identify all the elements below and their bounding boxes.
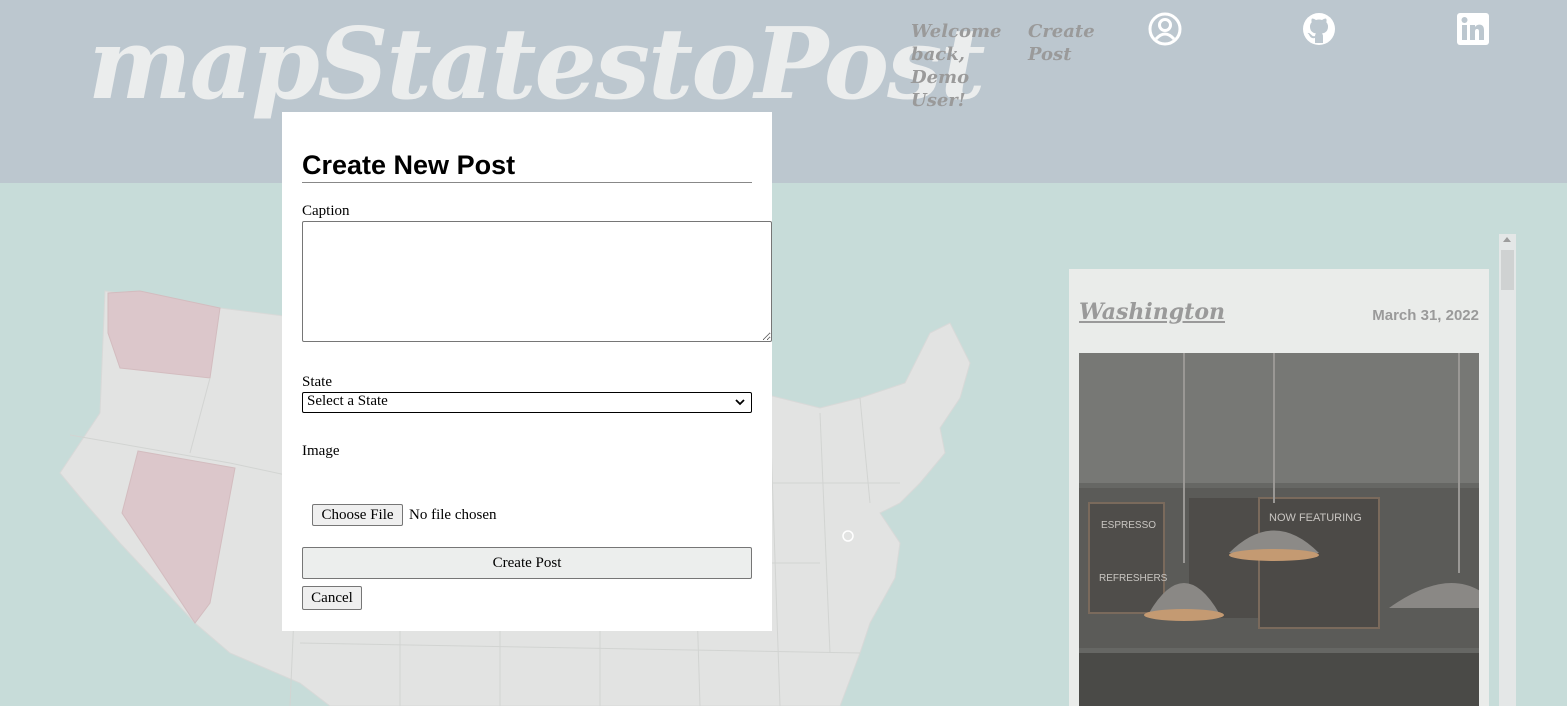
profile-icon[interactable]	[1148, 12, 1182, 46]
site-logo[interactable]: mapStatestoPost	[88, 0, 986, 130]
post-card: Washington March 31, 2022 ESPRESSO REFRE…	[1069, 269, 1489, 706]
post-image: ESPRESSO REFRESHERS NOW FEATURING	[1079, 353, 1479, 706]
caption-label: Caption	[302, 203, 350, 219]
welcome-message: Welcome back, Demo User!	[911, 21, 1002, 111]
title-divider	[302, 182, 752, 183]
modal-title: Create New Post	[302, 150, 516, 180]
create-post-link[interactable]: Create Post	[1028, 20, 1098, 66]
svg-text:REFRESHERS: REFRESHERS	[1099, 573, 1168, 584]
feed-scrollbar[interactable]	[1499, 234, 1516, 706]
create-post-button[interactable]: Create Post	[302, 547, 752, 579]
caption-input[interactable]	[302, 221, 772, 342]
post-state-link[interactable]: Washington	[1079, 299, 1225, 325]
svg-text:ESPRESSO: ESPRESSO	[1101, 520, 1156, 531]
create-post-modal: Create New Post Caption State Select a S…	[282, 112, 772, 631]
site-header: mapStatestoPost Welcome back, Demo User!…	[0, 0, 1567, 183]
svg-text:NOW FEATURING: NOW FEATURING	[1269, 512, 1362, 524]
state-select[interactable]: Select a State	[302, 392, 752, 413]
github-icon[interactable]	[1302, 12, 1336, 46]
image-label: Image	[302, 443, 340, 459]
state-label: State	[302, 374, 332, 390]
cancel-button[interactable]: Cancel	[302, 586, 362, 610]
map-state-washington[interactable]	[107, 290, 221, 379]
choose-file-button[interactable]: Choose File	[312, 504, 403, 526]
scroll-up-arrow-icon[interactable]	[1503, 237, 1511, 242]
post-date: March 31, 2022	[1372, 307, 1479, 324]
linkedin-icon[interactable]	[1456, 12, 1490, 46]
scrollbar-thumb[interactable]	[1501, 250, 1514, 290]
chevron-down-icon	[735, 399, 745, 406]
state-select-value: Select a State	[307, 393, 388, 409]
file-status: No file chosen	[409, 507, 497, 523]
